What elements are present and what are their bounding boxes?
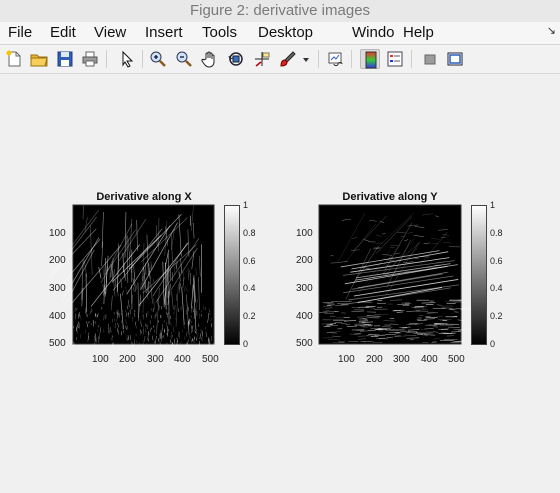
xtick-label: 200 [119,354,136,365]
data-cursor-icon[interactable] [252,49,272,69]
colorbar-tick: 0.4 [490,283,503,293]
xtick-label: 500 [448,354,465,365]
colorbar-tick: 1 [243,200,249,210]
axes-2-title: Derivative along Y [342,191,438,203]
colorbar-tick: 0.6 [243,256,256,266]
ytick-label: 400 [49,311,66,322]
colorbar-tick: 0.6 [490,256,503,266]
ytick-label: 300 [49,283,66,294]
pointer-icon[interactable] [117,49,137,69]
xtick-label: 100 [338,354,355,365]
menu-view[interactable]: View [94,22,126,44]
colorbar-tick: 0.4 [243,283,256,293]
save-icon[interactable] [55,49,75,69]
ytick-label: 200 [296,255,313,266]
window-title: Figure 2: derivative images [189,2,371,19]
figure-canvas: Derivative along X 100 200 300 400 500 1… [0,74,560,493]
menu-edit[interactable]: Edit [50,22,76,44]
zoom-out-icon[interactable] [174,49,194,69]
menu-help[interactable]: Help [403,22,434,44]
menu-window[interactable]: Windo [352,22,395,44]
colorbar-tick: 0 [490,339,496,349]
ytick-label: 100 [49,228,66,239]
figure-toolbar [0,45,560,74]
zoom-in-icon[interactable] [148,49,168,69]
pan-hand-icon[interactable] [200,49,220,69]
show-plot-tools-icon[interactable] [445,49,465,69]
xtick-label: 300 [393,354,410,365]
xtick-label: 500 [202,354,219,365]
legend-icon[interactable] [385,49,405,69]
colorbar-2[interactable] [471,205,487,345]
xtick-label: 100 [92,354,109,365]
xtick-label: 400 [174,354,191,365]
toolbar-separator [142,50,143,68]
colorbar-tick: 1 [490,200,496,210]
rotate-3d-icon[interactable] [226,49,246,69]
hide-plot-tools-icon[interactable] [420,49,440,69]
toolbar-separator [318,50,319,68]
colorbar-tick: 0.8 [490,228,503,238]
toolbar-separator [351,50,352,68]
colorbar-tick: 0.8 [243,228,256,238]
print-icon[interactable] [80,49,100,69]
ytick-label: 400 [296,311,313,322]
xtick-label: 400 [421,354,438,365]
axes-1-title: Derivative along X [96,191,192,203]
ytick-label: 100 [296,228,313,239]
toolbar-separator [411,50,412,68]
link-plot-icon[interactable] [326,49,346,69]
ytick-label: 200 [49,255,66,266]
derivative-y-image[interactable] [318,204,472,345]
colorbar-tick: 0.2 [243,311,256,321]
menu-insert[interactable]: Insert [145,22,183,44]
toolbar-separator [106,50,107,68]
ytick-label: 500 [49,338,66,349]
window-titlebar: Figure 2: derivative images [0,0,560,23]
dropdown-arrow-icon[interactable] [300,49,312,69]
open-folder-icon[interactable] [29,49,49,69]
xtick-label: 300 [147,354,164,365]
new-file-icon[interactable] [4,49,24,69]
colorbar-tick: 0.2 [490,311,503,321]
ytick-label: 500 [296,338,313,349]
xtick-label: 200 [366,354,383,365]
menu-desktop[interactable]: Desktop [258,22,313,44]
menubar: File Edit View Insert Tools Desktop Wind… [0,22,560,45]
brush-icon[interactable] [278,49,298,69]
menubar-dock-icon[interactable]: ↘ [547,24,556,37]
menu-tools[interactable]: Tools [202,22,237,44]
derivative-x-image[interactable] [48,204,215,348]
colorbar-1[interactable] [224,205,240,345]
ytick-label: 300 [296,283,313,294]
colorbar-icon[interactable] [360,49,380,69]
colorbar-tick: 0 [243,339,249,349]
menu-file[interactable]: File [8,22,32,44]
